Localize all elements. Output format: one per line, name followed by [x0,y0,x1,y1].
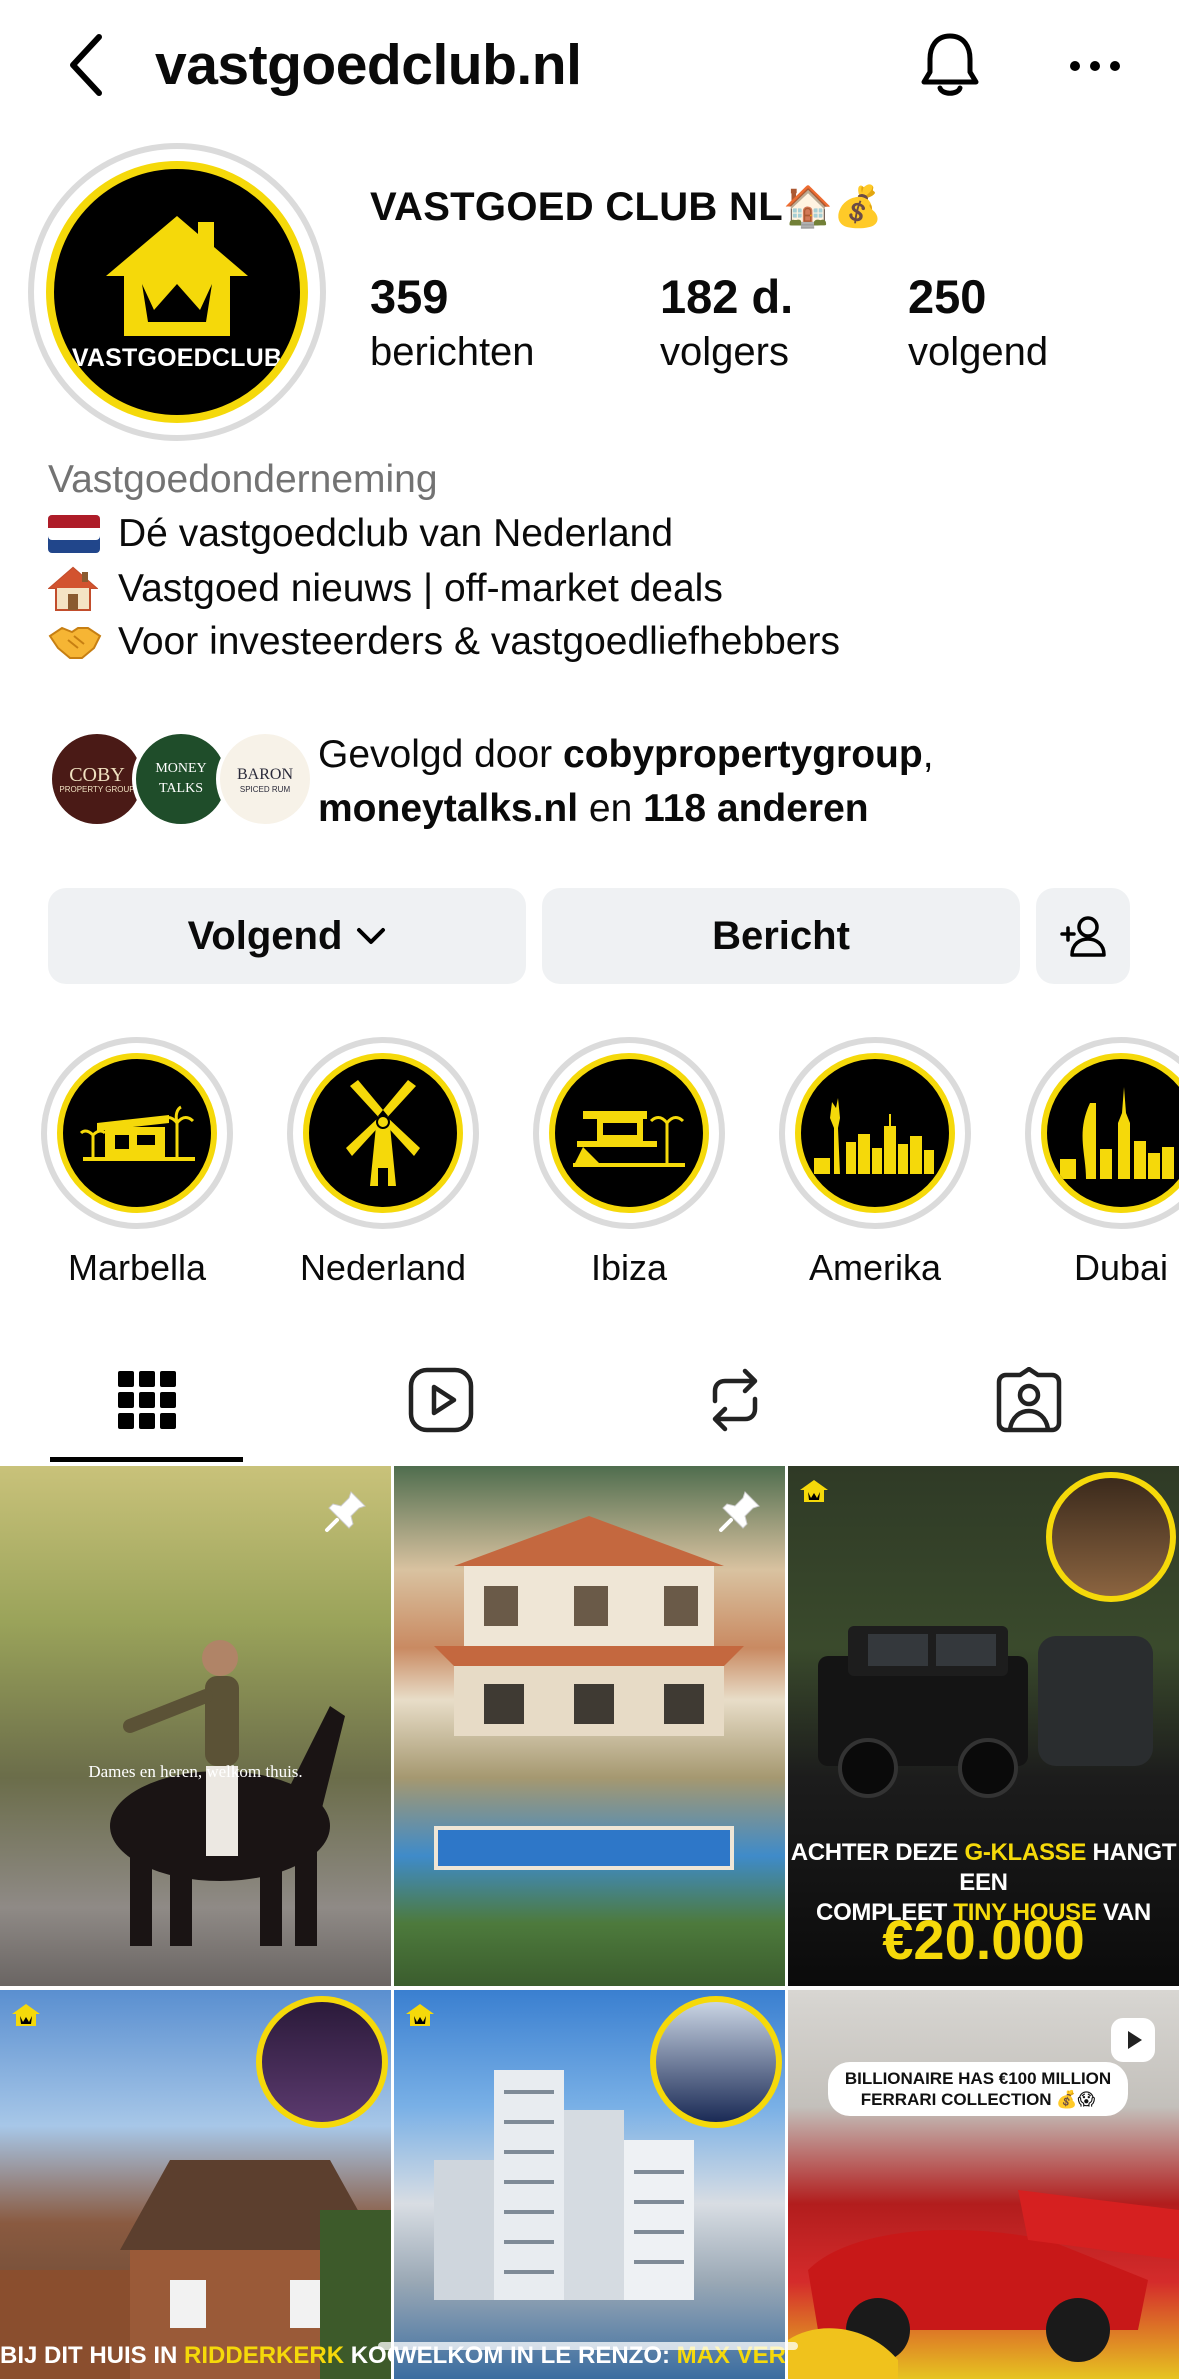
highlight-label: Ibiza [590,1247,668,1288]
add-user-icon [1060,916,1106,957]
highlight-dubai[interactable]: Dubai [1021,1037,1179,1289]
bio-line: Dé vastgoedclub van Nederland [48,512,673,556]
active-tab-indicator [50,1457,243,1462]
repost-icon [712,1368,758,1432]
back-button[interactable] [55,30,115,100]
message-button[interactable]: Bericht [542,888,1020,984]
inset-image [256,1996,388,2128]
highlight-amerika[interactable]: Amerika [775,1037,975,1289]
mutual-follower-link[interactable]: moneytalks.nl [318,787,578,830]
bio-text-3: Voor investeerders & vastgoedliefhebbers [118,620,840,663]
house-icon [48,566,104,612]
highlight-label: Dubai [1073,1247,1169,1288]
ferrari-collection-image [788,2190,1179,2379]
more-horizontal-icon [1070,61,1120,71]
followed-by-text[interactable]: Gevolgd door cobypropertygroup, moneytalk… [318,728,1138,836]
pin-icon [325,1491,366,1532]
post-thumbnail[interactable] [394,1466,785,1986]
profile-avatar[interactable]: VASTGOEDCLUB [28,143,326,441]
stat-following-count: 250 [908,270,987,323]
mutual-followers-others[interactable]: 118 anderen [643,787,868,830]
bio-line: Vastgoed nieuws | off-market deals [48,566,723,612]
dubai-skyline-icon [1041,1053,1179,1213]
post-thumbnail[interactable]: BIJ DIT HUIS IN RIDDERKERK KOOP JE [0,1990,391,2379]
profile-username: vastgoedclub.nl [155,33,582,97]
highlight-nederland[interactable]: Nederland [283,1037,483,1289]
post-caption: Dames en heren, welkom thuis. [88,1762,303,1781]
bio-text-1: Dé vastgoedclub van Nederland [118,512,674,555]
highlight-marbella[interactable]: Marbella [37,1037,237,1289]
pool-image [434,1826,734,1870]
stat-followers-label: volgers [660,330,789,374]
stat-posts-label: berichten [370,330,535,374]
mutual-follower-link[interactable]: cobypropertygroup [563,733,923,776]
crown-logo-icon [800,1480,828,1502]
reels-icon [408,1367,474,1433]
stat-posts-count: 359 [370,270,449,323]
following-button[interactable]: Volgend [48,888,526,984]
post-caption: BILLIONAIRE HAS €100 MILLION FERRARI COL… [828,2062,1128,2116]
tab-tagged[interactable] [882,1335,1176,1465]
display-name: VASTGOED CLUB NL🏠💰 [370,185,884,229]
handshake-icon [48,622,104,662]
tab-posts[interactable] [0,1335,294,1465]
pin-icon [719,1491,760,1532]
highlight-label: Marbella [67,1247,207,1288]
g-class-image [818,1626,1153,1798]
avatar: BARON SPICED RUM [216,730,314,828]
new-york-skyline-icon [795,1053,955,1213]
avatar-image: VASTGOEDCLUB [46,161,308,423]
chevron-left-icon [70,34,102,96]
bio-text-2: Vastgoed nieuws | off-market deals [118,567,723,610]
bio-line: Voor investeerders & vastgoedliefhebbers [48,620,840,664]
more-options-button[interactable] [1060,38,1130,94]
post-caption: BIJ DIT HUIS IN RIDDERKERK KOOP JE [0,2342,391,2369]
highlight-label: Nederland [299,1247,467,1288]
avatar-brand-text: VASTGOEDCLUB [71,343,283,372]
scroll-indicator[interactable] [378,2342,798,2350]
post-price: €20.000 [882,1908,1085,1971]
villa-icon [57,1053,217,1213]
posts-grid: Dames en heren, welkom thuis. ACHTER DEZ… [0,1466,1179,2379]
following-button-label: Volgend [187,913,343,958]
post-thumbnail[interactable]: Dames en heren, welkom thuis. [0,1466,391,1986]
apartment-tower-image [434,2070,694,2300]
profile-tabs [0,1335,1179,1465]
bell-icon [921,33,979,96]
netherlands-flag-icon [48,515,104,553]
reel-icon [1111,2018,1155,2062]
post-thumbnail[interactable]: WELKOM IN LE RENZO: MAX VERSTAPPENS [394,1990,785,2379]
notifications-button[interactable] [915,28,985,104]
stat-following[interactable]: 250 volgend [908,268,1048,378]
tab-reels[interactable] [294,1335,588,1465]
windmill-icon [303,1053,463,1213]
chevron-down-icon [357,928,386,944]
inset-image [1046,1472,1176,1602]
highlight-label: Amerika [808,1247,942,1288]
grid-icon [118,1371,176,1429]
tab-reposts[interactable] [588,1335,882,1465]
mutual-followers-avatars[interactable]: COBY PROPERTY GROUP MONEY TALKS BARON SP… [48,730,314,830]
suggested-users-button[interactable] [1036,888,1130,984]
bio-category: Vastgoedonderneming [48,458,438,501]
post-thumbnail[interactable]: ACHTER DEZE G-KLASSE HANGT EEN COMPLEET … [788,1466,1179,1986]
modern-villa-icon [549,1053,709,1213]
post-thumbnail[interactable]: BILLIONAIRE HAS €100 MILLION FERRARI COL… [788,1990,1179,2379]
message-button-label: Bericht [712,913,850,958]
crown-logo-icon [406,2004,434,2026]
villa-image [434,1516,744,1736]
stat-following-label: volgend [908,330,1049,374]
top-bar: vastgoedclub.nl [0,0,1179,135]
tagged-icon [996,1367,1062,1433]
stat-followers[interactable]: 182 d. volgers [660,268,793,378]
stat-posts[interactable]: 359 berichten [370,268,535,378]
stat-followers-count: 182 d. [660,270,794,323]
highlight-ibiza[interactable]: Ibiza [529,1037,729,1289]
crown-logo-icon [12,2004,40,2026]
house-crown-logo-icon [106,215,248,336]
